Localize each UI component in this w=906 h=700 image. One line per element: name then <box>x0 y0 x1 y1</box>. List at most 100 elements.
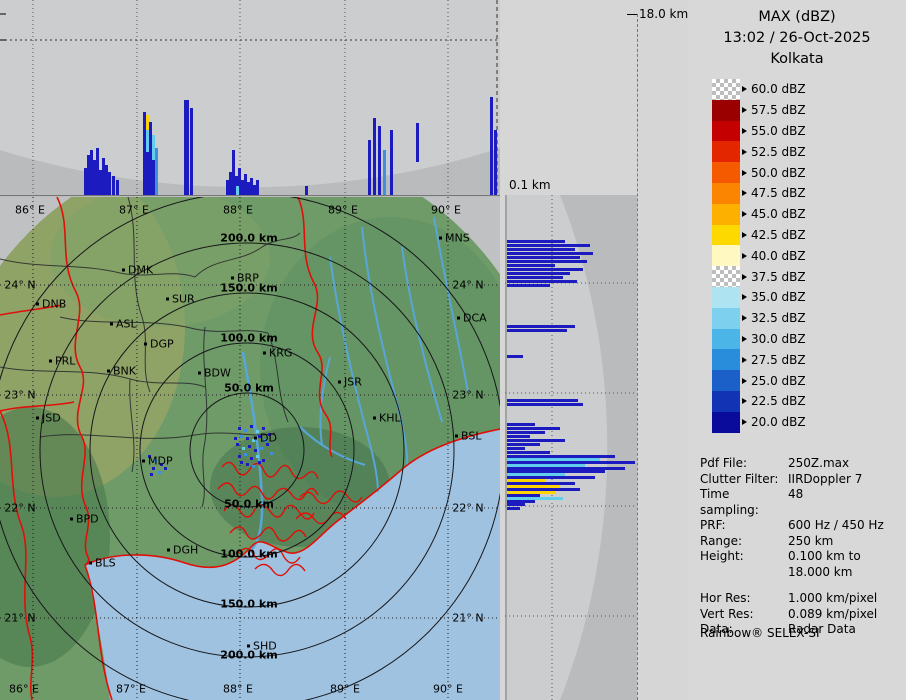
echo-bar <box>229 172 232 195</box>
echo-bar <box>507 256 580 259</box>
legend-swatch <box>712 349 740 371</box>
echo-bar <box>99 170 102 195</box>
echo-pixel <box>164 467 167 470</box>
legend-label: 52.5 dBZ <box>751 144 806 159</box>
info-field-label: Pdf File: <box>700 456 748 470</box>
echo-bar <box>190 108 193 195</box>
height-projection-side-panel <box>505 195 637 700</box>
info-row: Time sampling: 48 <box>700 487 902 518</box>
echo-bar <box>184 100 189 195</box>
echo-bar <box>90 150 93 195</box>
height-projection-top-panel <box>0 0 500 197</box>
legend-label: 25.0 dBZ <box>751 373 806 388</box>
echo-bar <box>507 507 520 510</box>
echo-bar <box>507 435 530 438</box>
height-axis-min-label: 0.1 km <box>509 178 551 192</box>
echo-bar <box>507 494 540 497</box>
echo-bar <box>507 431 545 434</box>
echo-pixel <box>240 461 243 464</box>
echo-bar <box>93 160 96 195</box>
echo-bar <box>232 150 235 195</box>
echo-bar <box>152 135 155 160</box>
legend-label: 40.0 dBZ <box>751 248 806 263</box>
echo-pixel <box>254 449 257 452</box>
echo-bar <box>507 284 550 287</box>
echo-bar <box>507 248 575 251</box>
echo-bar <box>507 443 540 446</box>
legend-swatch <box>712 162 740 183</box>
echo-bar <box>507 325 575 328</box>
echo-bar <box>507 503 525 506</box>
echo-pixel <box>256 430 259 433</box>
echo-bar <box>84 168 87 195</box>
echo-pixel <box>260 447 263 450</box>
echo-bar <box>507 467 625 470</box>
echo-pixel <box>268 433 271 436</box>
legend-tick-icon <box>742 377 747 384</box>
echo-bar <box>226 180 229 195</box>
echo-pixel <box>150 473 153 476</box>
echo-bar <box>241 180 244 195</box>
echo-bar <box>507 461 635 464</box>
legend-tick-icon <box>742 231 747 238</box>
echo-bar <box>507 252 593 255</box>
info-field-value: 0.100 km to 18.000 km <box>788 549 861 579</box>
echo-pixel <box>158 471 161 474</box>
echo-bar <box>507 497 563 500</box>
map-panel: DMK BRP SUR DNB ASL DGP KRG PRL BNK BDW JSR MNS DCA K… <box>0 197 500 700</box>
echo-pixel <box>154 459 157 462</box>
echo-pixel <box>234 437 237 440</box>
legend-row: 22.5 dBZ <box>712 390 806 412</box>
legend-row: 45.0 dBZ <box>712 203 806 225</box>
legend-row: 30.0 dBZ <box>712 328 806 350</box>
echo-bar <box>507 458 600 461</box>
echo-pixel <box>252 439 255 442</box>
info-row: Range: 250 km <box>700 534 902 550</box>
echo-pixel <box>236 443 239 446</box>
legend-row: 60.0 dBZ <box>712 79 806 100</box>
echo-pixel <box>244 429 247 432</box>
echo-bar <box>507 470 605 473</box>
echo-bar <box>507 447 525 450</box>
info-row: Hor Res: 1.000 km/pixel <box>700 591 902 607</box>
legend-row: 37.5 dBZ <box>712 266 806 287</box>
legend-row: 20.0 dBZ <box>712 411 806 433</box>
echo-bar <box>383 150 386 195</box>
info-field-value: 600 Hz / 450 Hz <box>788 518 884 532</box>
info-field-label: Time sampling: <box>700 487 759 517</box>
echo-bar <box>507 427 560 430</box>
legend-swatch <box>712 99 740 121</box>
info-field-value: 0.089 km/pixel <box>788 606 878 621</box>
legend-label: 22.5 dBZ <box>751 394 806 409</box>
legend-row: 40.0 dBZ <box>712 245 806 267</box>
echo-bar <box>108 172 111 195</box>
info-row: PRF: 600 Hz / 450 Hz <box>700 518 902 534</box>
echo-bar <box>507 476 595 479</box>
echo-pixel <box>240 435 243 438</box>
legend-swatch <box>712 328 740 350</box>
echo-bar <box>507 464 585 467</box>
info-row: Vert Res: 0.089 km/pixel <box>700 607 902 623</box>
legend-swatch <box>712 286 740 308</box>
legend-tick-icon <box>742 356 747 363</box>
echo-pixel <box>264 439 267 442</box>
echo-bar <box>305 186 308 195</box>
legend-tick-icon <box>742 273 747 280</box>
info-row: Pdf File: 250Z.max <box>700 456 902 472</box>
legend-swatch <box>712 245 740 267</box>
legend-tick-icon <box>742 86 747 93</box>
echo-bar <box>507 403 583 406</box>
product-header: MAX (dBZ) 13:02 / 26-Oct-2025 Kolkata <box>688 0 906 70</box>
software-credit: Rainbow® SELEX-SI <box>700 626 820 640</box>
echo-bar <box>494 130 497 195</box>
echo-bar <box>105 165 108 195</box>
echo-bar <box>507 276 563 279</box>
echo-bar <box>390 130 393 195</box>
info-field-label: PRF: <box>700 518 726 532</box>
legend-label: 57.5 dBZ <box>751 103 806 118</box>
info-field-value: 250Z.max <box>788 456 850 470</box>
echo-pixel <box>270 452 273 455</box>
legend-swatch <box>712 141 740 163</box>
echo-pixel <box>238 455 241 458</box>
legend-tick-icon <box>742 107 747 114</box>
